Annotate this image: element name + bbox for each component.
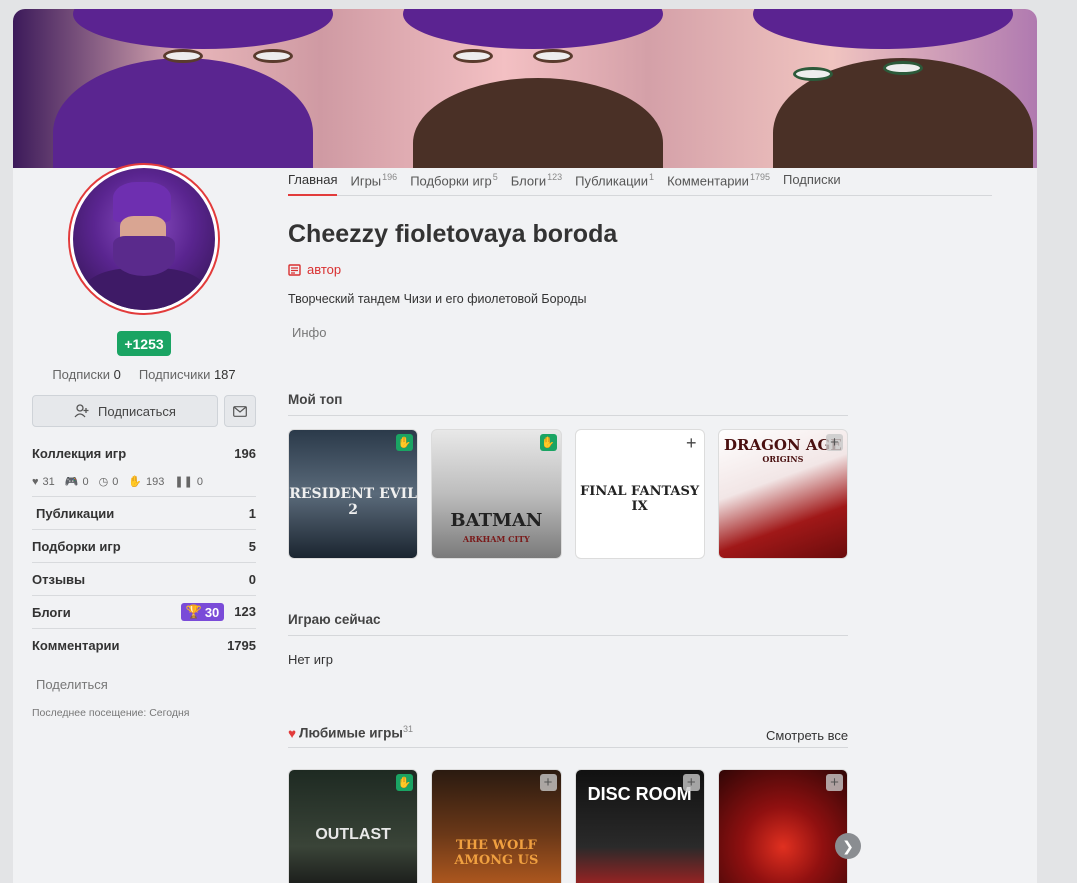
profile-description: Творческий тандем Чизи и его фиолетовой … (288, 292, 587, 306)
follow-counts: Подписки 0 Подписчики 187 (32, 367, 256, 382)
game-tile[interactable]: DISC ROOM + (574, 769, 705, 883)
add-icon[interactable]: + (682, 774, 700, 791)
share-link[interactable]: Поделиться (36, 677, 108, 692)
tab-blogs[interactable]: Блоги123 (511, 172, 562, 196)
subscribe-button[interactable]: Подписаться (32, 395, 218, 427)
profile-banner (13, 9, 1037, 168)
tab-subscriptions[interactable]: Подписки (783, 172, 841, 196)
game-tile[interactable]: RESIDENT EVIL 2 ✋ (288, 429, 419, 559)
subscriptions-link[interactable]: Подписки 0 (52, 367, 120, 382)
tab-selections[interactable]: Подборки игр5 (410, 172, 498, 196)
profile-stats: Коллекция игр 196 ♥ 31 🎮 0 ◷ 0 ✋ 193 ❚❚ 0 Публ… (32, 439, 256, 662)
see-all-link[interactable]: Смотреть все (766, 728, 848, 743)
next-arrow-button[interactable]: ❯ (835, 833, 861, 859)
avatar[interactable] (68, 163, 220, 315)
completed-icon[interactable]: ✋ (539, 434, 557, 451)
playing-now-heading: Играю сейчас (288, 612, 848, 636)
game-tile[interactable]: + (717, 769, 848, 883)
add-icon[interactable]: + (683, 434, 700, 452)
game-tile[interactable]: OUTLAST ✋ (288, 769, 419, 883)
message-button[interactable] (224, 395, 256, 427)
envelope-icon (233, 405, 247, 417)
add-icon[interactable]: + (826, 774, 843, 791)
my-top-heading: Мой топ (288, 392, 848, 416)
banner-face-center (383, 9, 723, 168)
author-icon (288, 263, 301, 276)
stat-comments[interactable]: Комментарии 1795 (32, 629, 256, 662)
tab-publications[interactable]: Публикации1 (575, 172, 654, 196)
profile-name: Cheezzy fioletovaya boroda (288, 220, 618, 248)
completed-icon[interactable]: ✋ (396, 434, 414, 451)
game-tile[interactable]: THE WOLF AMONG US + (431, 769, 562, 883)
profile-tabs: Главная Игры196 Подборки игр5 Блоги123 П… (288, 172, 992, 196)
role-badge: автор (288, 262, 341, 277)
game-tile[interactable]: FINAL FANTASY IX + (574, 429, 705, 559)
blog-trophy-badge: 🏆 30 (180, 603, 225, 621)
playing-empty-text: Нет игр (288, 652, 333, 667)
favorites-heading: ♥ Любимые игры31 (288, 724, 848, 748)
stat-selections[interactable]: Подборки игр 5 (32, 530, 256, 563)
karma-badge: +1253 (117, 331, 171, 356)
trophy-icon: 🏆 (185, 604, 202, 619)
tab-comments[interactable]: Комментарии1795 (667, 172, 770, 196)
my-top-grid: RESIDENT EVIL 2 ✋ BATMAN ARKHAM CITY ✋ F… (288, 429, 848, 559)
stat-reviews[interactable]: Отзывы 0 (32, 563, 256, 596)
add-icon[interactable]: + (539, 774, 557, 791)
chevron-right-icon: ❯ (842, 837, 854, 854)
add-user-icon (74, 404, 89, 418)
paused-count[interactable]: ❚❚ 0 (174, 475, 203, 489)
heart-icon: ♥ (288, 725, 297, 741)
pending-count[interactable]: ◷ 0 (98, 475, 119, 489)
game-tile[interactable]: DRAGON AGE ORIGINS + (717, 429, 848, 559)
completed-icon[interactable]: ✋ (396, 774, 414, 791)
followers-link[interactable]: Подписчики 187 (139, 367, 236, 382)
playing-count[interactable]: 🎮 0 (64, 475, 89, 489)
clock-icon: ◷ (98, 476, 109, 488)
tab-games[interactable]: Игры196 (350, 172, 397, 196)
stat-publications[interactable]: Публикации 1 (32, 497, 256, 530)
last-seen: Последнее посещение: Сегодня (32, 707, 190, 719)
hand-icon: ✋ (128, 476, 143, 488)
add-icon[interactable]: + (826, 434, 843, 451)
stat-blogs[interactable]: Блоги 🏆 30 123 (32, 596, 256, 629)
done-count[interactable]: ✋ 193 (128, 475, 164, 489)
stat-collection[interactable]: Коллекция игр 196 (32, 439, 256, 467)
tab-main[interactable]: Главная (288, 172, 338, 196)
game-tile[interactable]: BATMAN ARKHAM CITY ✋ (431, 429, 562, 559)
likes-count[interactable]: ♥ 31 (32, 476, 55, 488)
banner-face-left (13, 9, 353, 168)
banner-face-right (733, 9, 1037, 168)
info-toggle[interactable]: Инфо (292, 325, 326, 340)
pause-icon: ❚❚ (174, 476, 193, 488)
collection-breakdown: ♥ 31 🎮 0 ◷ 0 ✋ 193 ❚❚ 0 (32, 467, 256, 497)
gamepad-icon: 🎮 (64, 476, 79, 488)
favorites-grid: OUTLAST ✋ THE WOLF AMONG US + DISC ROOM … (288, 769, 848, 883)
heart-icon: ♥ (32, 475, 39, 488)
